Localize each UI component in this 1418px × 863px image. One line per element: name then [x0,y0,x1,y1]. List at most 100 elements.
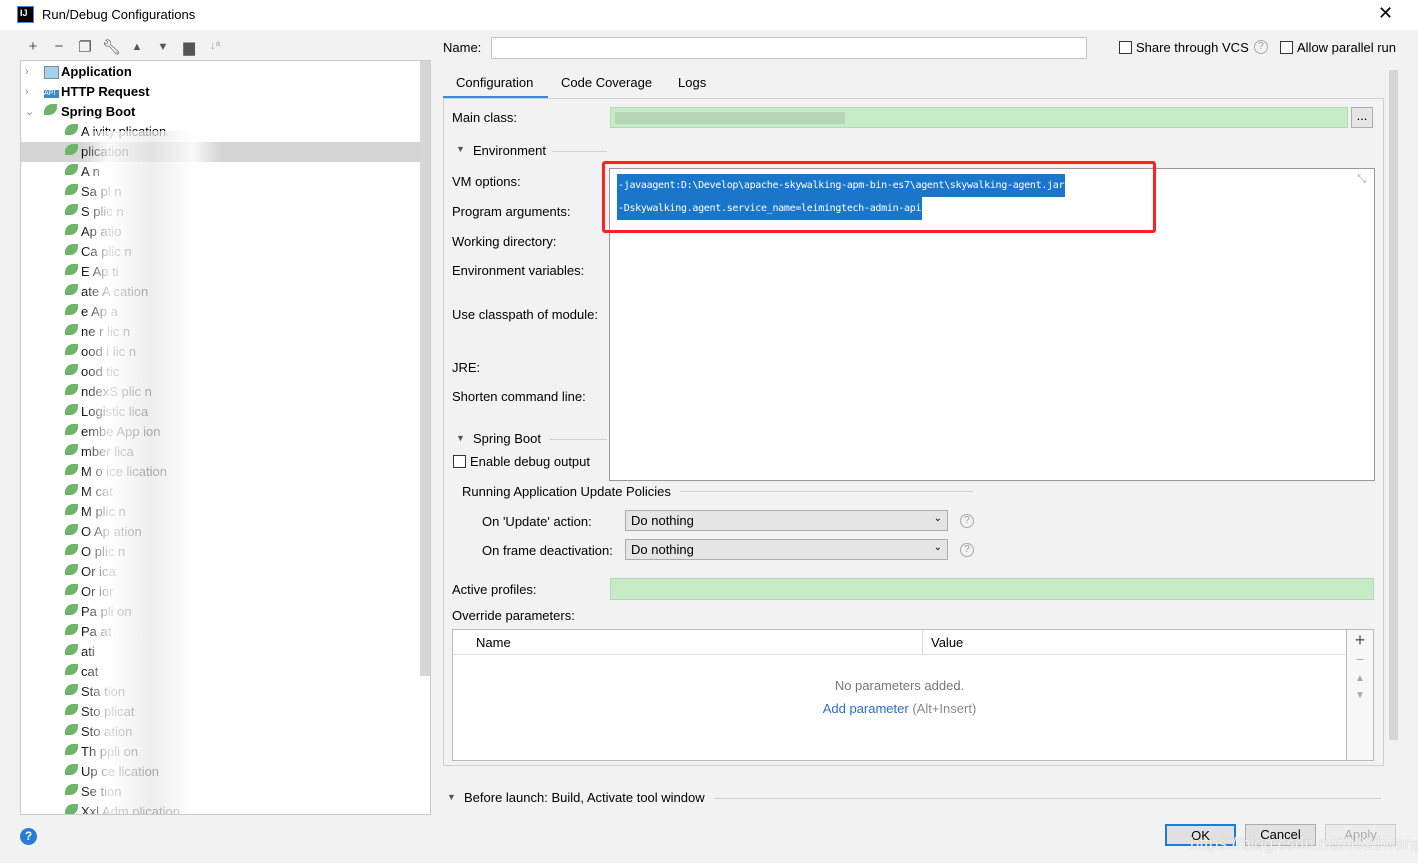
chevron-down-icon: ⌄ [933,513,942,524]
spring-boot-icon [65,224,78,235]
add-icon[interactable]: + [24,38,42,55]
chevron-right-icon[interactable]: › [25,62,29,82]
allow-parallel-label: Allow parallel run [1297,40,1396,55]
on-update-label: On 'Update' action: [482,514,592,529]
active-profiles-label: Active profiles: [452,582,537,597]
browse-button[interactable]: ... [1351,107,1373,128]
vm-options-label: VM options: [452,174,521,189]
debug-output-label: Enable debug output [470,454,590,469]
chevron-down-icon: ⌄ [933,542,942,553]
share-vcs-checkbox[interactable] [1119,41,1132,54]
panel-scrollbar[interactable] [1389,70,1398,740]
spring-boot-icon [65,324,78,335]
spring-boot-icon [44,104,57,115]
spring-boot-icon [65,404,78,415]
api-icon: API [44,90,59,98]
name-label: Name: [443,40,482,55]
collapse-environment-icon[interactable]: ▼ [456,144,465,154]
environment-variables-label: Environment variables: [452,263,585,278]
sort-icon[interactable]: ↓ᵃ [206,38,224,52]
spring-boot-icon [65,124,78,135]
redacted-region [81,131,221,814]
debug-output-checkbox[interactable] [453,455,466,468]
spring-boot-icon [65,504,78,515]
column-header-name[interactable]: Name [476,635,511,650]
tree-group-spring-boot[interactable]: ⌄ Spring Boot [21,102,421,122]
tree-scrollbar[interactable] [420,61,430,676]
spring-boot-icon [65,304,78,315]
shorten-command-line-label: Shorten command line: [452,389,586,404]
spring-boot-icon [65,264,78,275]
main-class-label: Main class: [452,110,518,125]
help-icon[interactable]: ? [1254,40,1268,54]
column-header-value[interactable]: Value [931,635,963,650]
override-parameters-table[interactable]: Name Value No parameters added. Add para… [452,629,1347,761]
move-down-icon[interactable]: ▼ [1347,690,1373,701]
main-class-input[interactable] [610,107,1348,128]
spring-boot-icon [65,544,78,555]
tree-group-http-request[interactable]: › API HTTP Request [21,82,421,102]
allow-parallel-checkbox[interactable] [1280,41,1293,54]
watermark: https://blog.csdn.net/li521wang [1190,834,1418,853]
add-parameter-shortcut: (Alt+Insert) [912,701,977,716]
chevron-right-icon[interactable]: › [25,82,29,102]
tab-configuration[interactable]: Configuration [456,75,533,90]
new-folder-icon[interactable]: ▆ [180,38,198,56]
active-profiles-input[interactable] [610,578,1374,600]
tree-group-application[interactable]: › Application [21,62,421,82]
spring-boot-icon [65,144,78,155]
on-frame-select[interactable]: Do nothing ⌄ [625,539,948,560]
move-up-icon[interactable]: ▲ [1347,673,1373,684]
spring-boot-icon [65,164,78,175]
jre-label: JRE: [452,360,481,375]
spring-boot-icon [65,804,78,814]
add-icon[interactable]: + [1347,630,1373,651]
spring-boot-icon [65,644,78,655]
on-update-select[interactable]: Do nothing ⌄ [625,510,948,531]
tab-logs[interactable]: Logs [678,75,706,90]
move-down-icon[interactable]: ▼ [154,41,172,53]
on-frame-label: On frame deactivation: [482,543,613,558]
close-icon[interactable]: ✕ [1378,3,1393,24]
spring-boot-icon [65,704,78,715]
expand-before-launch-icon[interactable]: ▼ [447,792,456,802]
tab-code-coverage[interactable]: Code Coverage [561,75,652,90]
environment-section[interactable]: Environment [473,143,546,158]
configuration-tree[interactable]: › Application › API HTTP Request ⌄ Sprin… [20,60,431,815]
add-parameter-link[interactable]: Add parameter [823,701,909,716]
classpath-module-label: Use classpath of module: [452,307,598,322]
spring-boot-icon [65,744,78,755]
program-arguments-label: Program arguments: [452,204,571,219]
collapse-spring-boot-icon[interactable]: ▼ [456,433,465,443]
window-title: Run/Debug Configurations [42,7,196,22]
remove-icon[interactable]: − [1347,651,1373,667]
help-icon[interactable]: ? [960,543,974,557]
spring-boot-icon [65,664,78,675]
spring-boot-icon [65,204,78,215]
spring-boot-icon [65,564,78,575]
chevron-down-icon[interactable]: ⌄ [25,102,34,122]
copy-icon[interactable]: ❐ [76,38,94,56]
collapse-editor-icon[interactable]: ⤡ [1357,173,1366,186]
name-input[interactable] [491,37,1087,59]
spring-boot-icon [65,384,78,395]
highlight-annotation-box [602,161,1156,233]
spring-boot-icon [65,284,78,295]
before-launch-section[interactable]: Before launch: Build, Activate tool wind… [464,790,705,805]
spring-boot-icon [65,244,78,255]
override-parameters-label: Override parameters: [452,608,575,623]
update-policies-heading: Running Application Update Policies [462,484,671,499]
move-up-icon[interactable]: ▲ [128,41,146,53]
spring-boot-icon [65,484,78,495]
spring-boot-icon [65,584,78,595]
spring-boot-icon [65,684,78,695]
spring-boot-section[interactable]: Spring Boot [473,431,541,446]
share-vcs-label: Share through VCS [1136,40,1249,55]
help-icon[interactable]: ? [20,828,37,845]
help-icon[interactable]: ? [960,514,974,528]
wrench-icon[interactable]: 🔧︎ [102,38,121,56]
spring-boot-icon [65,724,78,735]
intellij-logo-icon: IJ [17,6,34,23]
spring-boot-icon [65,464,78,475]
remove-icon[interactable]: − [50,38,68,55]
